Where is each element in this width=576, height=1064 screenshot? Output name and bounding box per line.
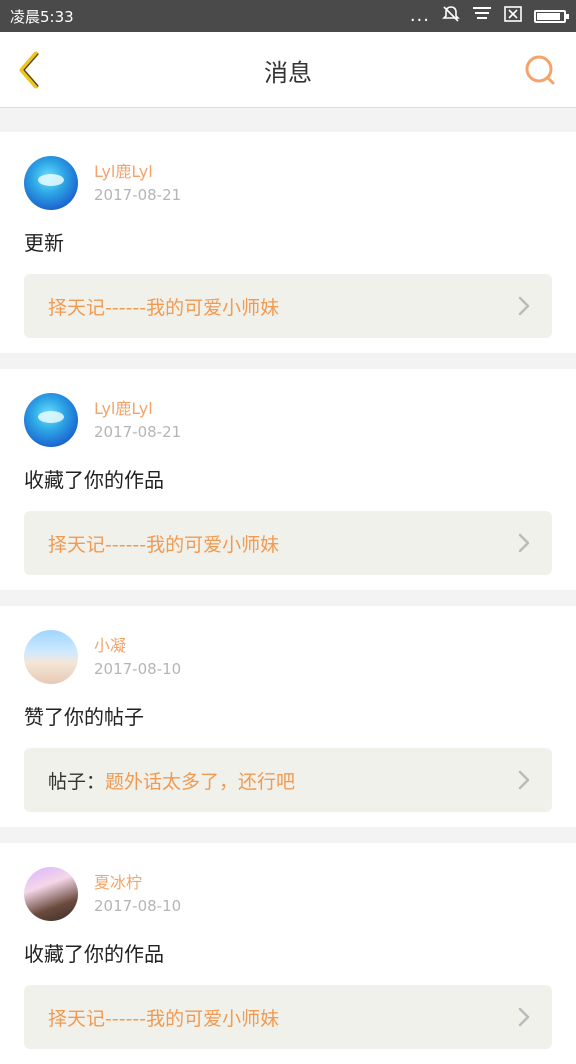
message-action: 收藏了你的作品 [24,942,164,966]
author-meta: Lyl鹿Lyl 2017-08-21 [94,162,181,204]
alarm-off-icon [442,5,460,27]
author-name[interactable]: Lyl鹿Lyl [94,399,181,419]
referenced-post-title: 帖子：题外话太多了，还行吧 [48,767,295,794]
author-row: Lyl鹿Lyl 2017-08-21 [24,156,552,210]
status-bar: 凌晨5:33 ... [0,0,576,32]
status-icons: ... [409,5,569,27]
author-meta: Lyl鹿Lyl 2017-08-21 [94,399,181,441]
message-card: Lyl鹿Lyl 2017-08-21 更新 择天记------我的可爱小师妹 [0,132,576,353]
message-card: Lyl鹿Lyl 2017-08-21 收藏了你的作品 择天记------我的可爱… [0,369,576,590]
author-row: Lyl鹿Lyl 2017-08-21 [24,393,552,447]
message-date: 2017-08-21 [94,186,182,204]
chevron-right-icon [518,296,530,316]
top-nav-bar: 消息 [0,32,576,108]
ref-title: 题外话太多了，还行吧 [105,770,296,793]
chevron-right-icon [518,770,530,790]
page-title: 消息 [264,58,312,87]
avatar[interactable] [24,156,78,210]
referenced-work-link[interactable]: 择天记------我的可爱小师妹 [24,985,552,1049]
avatar[interactable] [24,630,78,684]
message-date: 2017-08-10 [94,660,182,678]
status-time: 凌晨5:33 [10,7,74,26]
referenced-work-title: 择天记------我的可爱小师妹 [48,293,279,320]
message-card: 小凝 2017-08-10 赞了你的帖子 帖子：题外话太多了，还行吧 [0,606,576,827]
referenced-work-link[interactable]: 择天记------我的可爱小师妹 [24,511,552,575]
referenced-work-title: 择天记------我的可爱小师妹 [48,1004,279,1031]
avatar[interactable] [24,393,78,447]
chevron-right-icon [518,1007,530,1027]
message-action: 收藏了你的作品 [24,468,164,492]
message-action: 赞了你的帖子 [24,705,144,729]
ref-prefix: 帖子： [48,770,106,793]
author-meta: 小凝 2017-08-10 [94,636,181,678]
battery-icon [534,9,569,23]
author-row: 夏冰柠 2017-08-10 [24,867,552,921]
message-action: 更新 [24,231,64,255]
ref-title: 择天记------我的可爱小师妹 [48,533,280,556]
message-card: 夏冰柠 2017-08-10 收藏了你的作品 择天记------我的可爱小师妹 [0,843,576,1064]
referenced-work-title: 择天记------我的可爱小师妹 [48,530,279,557]
chevron-right-icon [518,533,530,553]
search-icon [525,55,555,85]
notification-lines-icon [472,6,492,26]
author-name[interactable]: 小凝 [94,636,181,656]
author-name[interactable]: Lyl鹿Lyl [94,162,181,182]
search-button[interactable] [520,50,560,90]
ref-title: 择天记------我的可爱小师妹 [48,296,280,319]
ref-title: 择天记------我的可爱小师妹 [48,1007,280,1030]
referenced-work-link[interactable]: 择天记------我的可爱小师妹 [24,274,552,338]
avatar[interactable] [24,867,78,921]
message-list: Lyl鹿Lyl 2017-08-21 更新 择天记------我的可爱小师妹 L… [0,116,576,1064]
more-dots-icon: ... [409,5,430,26]
sim-card-icon [504,6,522,26]
author-name[interactable]: 夏冰柠 [94,873,181,893]
author-row: 小凝 2017-08-10 [24,630,552,684]
message-date: 2017-08-10 [94,897,182,915]
message-date: 2017-08-21 [94,423,182,441]
referenced-post-link[interactable]: 帖子：题外话太多了，还行吧 [24,748,552,812]
author-meta: 夏冰柠 2017-08-10 [94,873,181,915]
